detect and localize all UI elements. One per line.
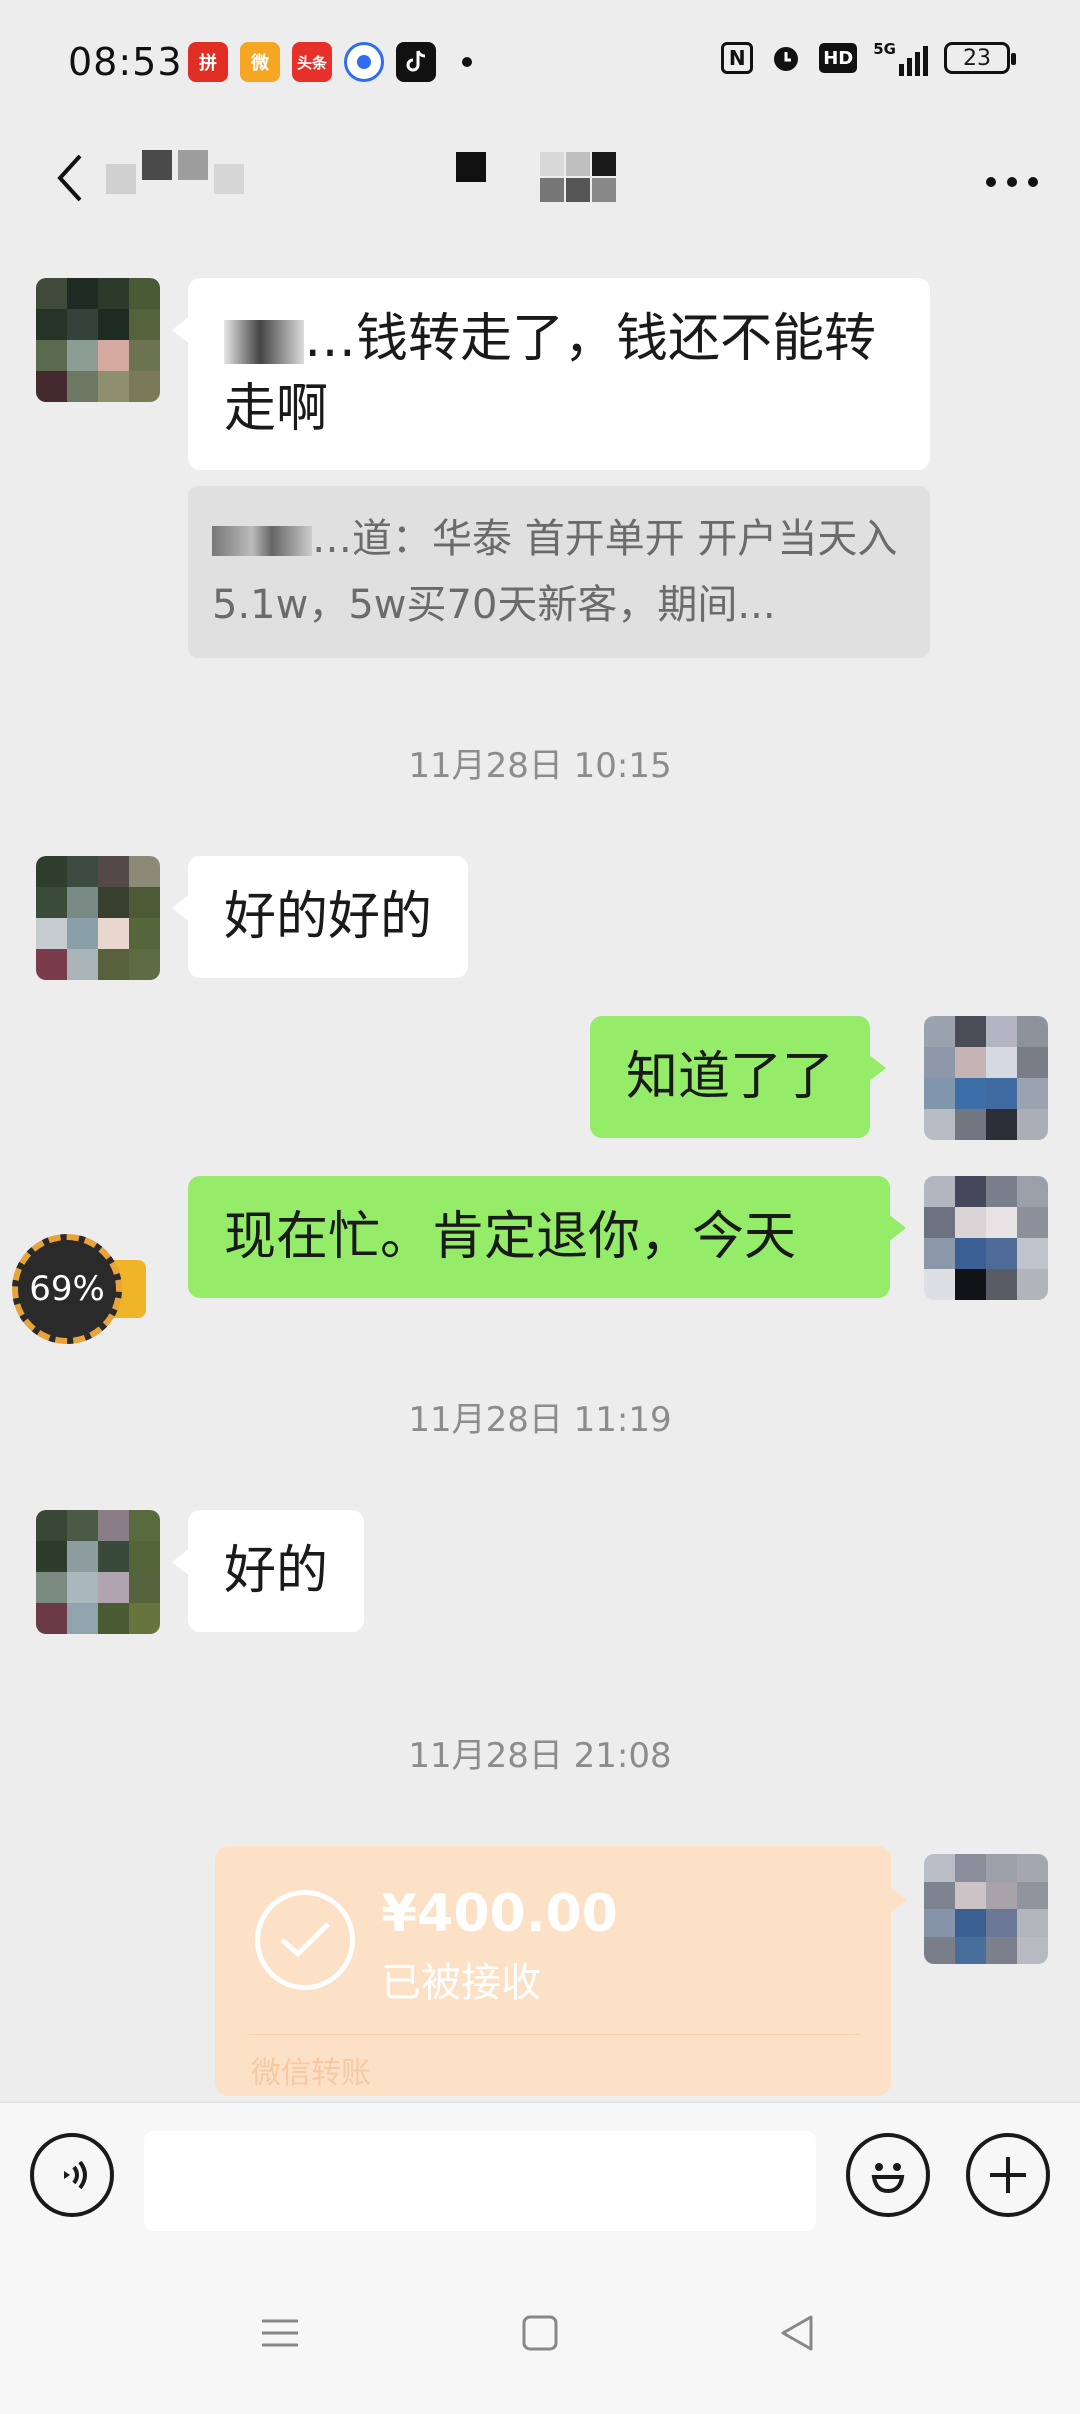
message-text: 现在忙。肯定退你，今天 bbox=[224, 1207, 797, 1267]
signal-icon: 5G bbox=[873, 40, 928, 76]
message-input-bar bbox=[0, 2102, 1080, 2252]
message-text: …钱转走了，钱还不能转走啊 bbox=[224, 309, 877, 439]
weibo-icon: 微 bbox=[240, 42, 280, 82]
message-bubble-incoming[interactable]: 好的 bbox=[171, 1510, 365, 1632]
quote-text: …道：华泰 首开单开 开户当天入5.1w，5w买70天新客，期间... bbox=[212, 516, 898, 628]
group-count-redacted bbox=[540, 152, 620, 202]
pinduoduo-icon: 拼 bbox=[188, 42, 228, 82]
status-bar: 08:53 拼 微 头条 N HD 5G 23 bbox=[0, 0, 1080, 130]
self-avatar[interactable] bbox=[924, 1176, 1048, 1300]
battery-level: 23 bbox=[963, 45, 991, 71]
status-time: 08:53 bbox=[68, 40, 183, 84]
widget-percent: 69% bbox=[29, 1269, 105, 1309]
message-bubble-outgoing[interactable]: 现在忙。肯定退你，今天 bbox=[188, 1176, 906, 1298]
message-bubble-outgoing[interactable]: 知道了了 bbox=[590, 1016, 887, 1138]
alarm-icon bbox=[769, 40, 803, 76]
message-bubble-incoming[interactable]: …钱转走了，钱还不能转走啊 bbox=[172, 278, 930, 470]
contact-avatar[interactable] bbox=[36, 856, 160, 980]
voice-input-button[interactable] bbox=[30, 2133, 114, 2217]
network-type: 5G bbox=[873, 40, 896, 58]
check-circle-icon bbox=[255, 1890, 355, 1990]
smiley-icon bbox=[871, 2163, 905, 2194]
square-icon bbox=[522, 2315, 558, 2351]
timestamp: 11月28日 10:15 bbox=[408, 746, 672, 786]
chat-header bbox=[0, 130, 1080, 240]
more-functions-button[interactable] bbox=[966, 2133, 1050, 2217]
floating-speed-widget[interactable]: 69% bbox=[12, 1234, 146, 1344]
contact-avatar[interactable] bbox=[36, 278, 160, 402]
wechat-transfer-card[interactable]: ¥400.00 已被接收 微信转账 bbox=[215, 1846, 907, 2096]
system-icons: N HD 5G 23 bbox=[721, 40, 1016, 76]
self-avatar[interactable] bbox=[924, 1016, 1048, 1140]
chevron-left-icon bbox=[57, 154, 82, 202]
voice-icon bbox=[64, 2160, 87, 2190]
emoji-button[interactable] bbox=[846, 2133, 930, 2217]
menu-lines-icon bbox=[262, 2319, 298, 2347]
divider bbox=[247, 2034, 859, 2035]
redacted-text bbox=[212, 526, 312, 556]
contact-name-redacted bbox=[106, 150, 244, 194]
hd-icon: HD bbox=[819, 43, 858, 73]
group-name-redacted bbox=[456, 152, 486, 182]
system-navigation-bar bbox=[0, 2252, 1080, 2414]
tiktok-icon bbox=[396, 42, 436, 82]
transfer-amount: ¥400.00 bbox=[381, 1884, 618, 1944]
home-button[interactable] bbox=[515, 2308, 565, 2358]
self-avatar[interactable] bbox=[924, 1854, 1048, 1964]
quoted-message[interactable]: …道：华泰 首开单开 开户当天入5.1w，5w买70天新客，期间... bbox=[188, 486, 930, 658]
system-back-button[interactable] bbox=[772, 2308, 822, 2358]
nfc-icon: N bbox=[721, 42, 754, 74]
back-button[interactable] bbox=[40, 148, 100, 208]
timestamp: 11月28日 11:19 bbox=[408, 1400, 672, 1440]
progress-ring-icon: 69% bbox=[12, 1234, 122, 1344]
message-text: 好的好的 bbox=[224, 887, 433, 947]
message-bubble-incoming[interactable]: 好的好的 bbox=[171, 856, 469, 978]
more-dots-icon bbox=[986, 177, 1038, 187]
toutiao-icon: 头条 bbox=[292, 42, 332, 82]
recent-apps-button[interactable] bbox=[255, 2308, 305, 2358]
triangle-back-icon bbox=[781, 2315, 813, 2351]
message-text: 好的 bbox=[224, 1541, 329, 1601]
more-notifications-dot bbox=[462, 57, 472, 67]
message-text-input[interactable] bbox=[144, 2131, 816, 2231]
transfer-status: 已被接收 bbox=[381, 1960, 541, 2006]
more-options-button[interactable] bbox=[984, 160, 1040, 190]
battery-icon: 23 bbox=[944, 42, 1016, 74]
notification-icons: 拼 微 头条 bbox=[188, 42, 472, 82]
transfer-footer-label: 微信转账 bbox=[251, 2056, 371, 2091]
browser-icon bbox=[344, 42, 384, 82]
redacted-text bbox=[224, 320, 304, 364]
contact-avatar[interactable] bbox=[36, 1510, 160, 1634]
plus-icon bbox=[990, 2157, 1026, 2193]
chat-message-list[interactable]: …钱转走了，钱还不能转走啊 …道：华泰 首开单开 开户当天入5.1w，5w买70… bbox=[0, 260, 1080, 2100]
message-text: 知道了了 bbox=[626, 1047, 835, 1107]
timestamp: 11月28日 21:08 bbox=[408, 1736, 672, 1776]
